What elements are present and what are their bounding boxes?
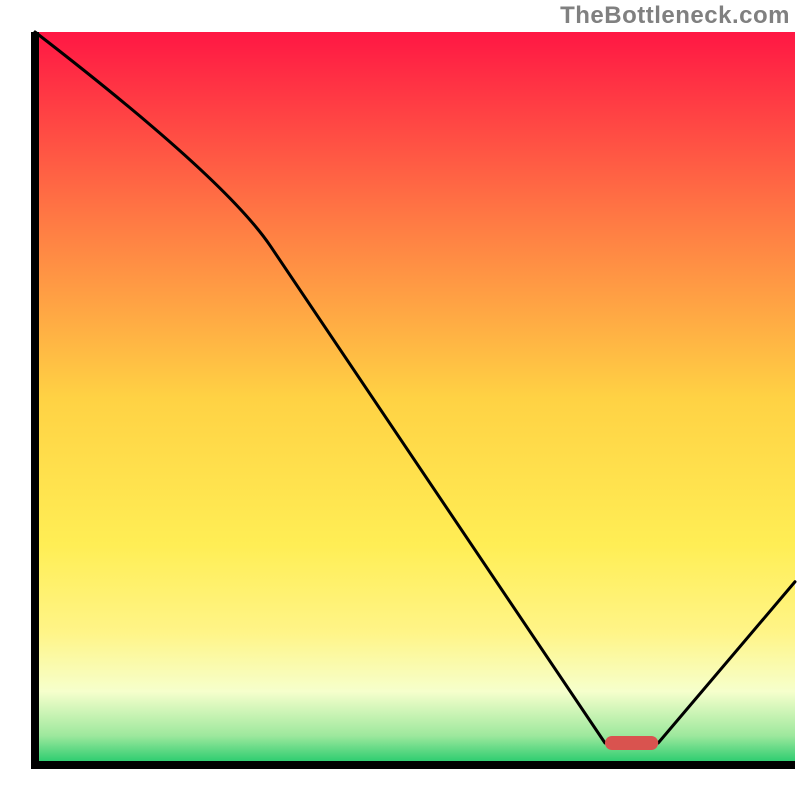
sweet-spot-marker — [605, 736, 658, 750]
chart-svg — [0, 0, 800, 800]
bottleneck-chart: TheBottleneck.com — [0, 0, 800, 800]
plot-background — [35, 32, 795, 765]
watermark-text: TheBottleneck.com — [560, 2, 790, 30]
